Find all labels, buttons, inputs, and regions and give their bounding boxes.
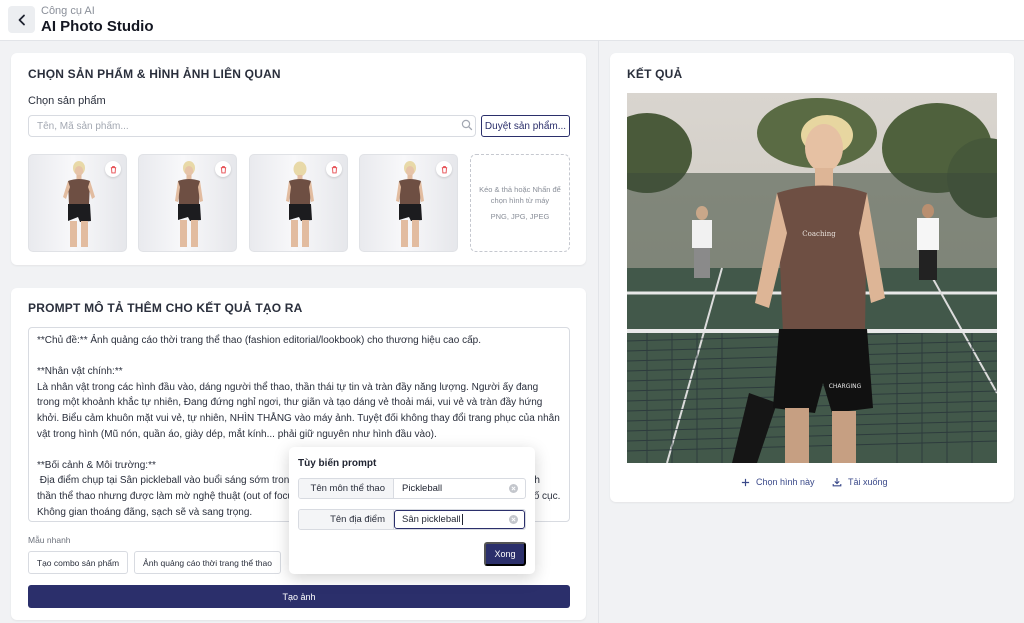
column-divider (598, 41, 599, 623)
model-image (396, 161, 424, 247)
generate-image-button[interactable]: Tạo ảnh (28, 585, 570, 608)
product-search-input[interactable] (28, 115, 476, 137)
result-image[interactable]: Coaching CHARGING (627, 93, 997, 463)
breadcrumb: Công cụ AI (41, 5, 95, 17)
dropzone-formats: PNG, JPG, JPEG (490, 212, 550, 222)
product-image-thumbnail[interactable] (359, 154, 458, 252)
place-name-label: Tên địa điểm (299, 510, 394, 529)
choose-image-label: Chọn hình này (756, 477, 815, 487)
text-caret (461, 514, 463, 525)
delete-image-button[interactable] (436, 161, 452, 177)
prompt-line: Là nhân vật trong các hình đầu vào, dáng… (37, 381, 563, 440)
select-product-label: Chọn sản phẩm (28, 95, 106, 107)
prompt-line: **Nhân vật chính:** (37, 366, 123, 378)
product-image-thumbnail[interactable] (28, 154, 127, 252)
place-name-row: Tên địa điểm Sân pickleball (298, 509, 526, 530)
trash-icon (331, 165, 337, 173)
clear-icon[interactable] (509, 515, 518, 524)
image-dropzone[interactable]: Kéo & thả hoặc Nhấn để chọn hình từ máy … (470, 154, 570, 252)
dropzone-text: Kéo & thả hoặc Nhấn để chọn hình từ máy (479, 184, 561, 205)
product-image-thumbnail[interactable] (138, 154, 237, 252)
result-photo: Coaching CHARGING (627, 93, 997, 463)
sport-name-value: Pickleball (402, 483, 443, 494)
trash-icon (220, 165, 226, 173)
choose-image-action[interactable]: Chọn hình này (741, 477, 815, 487)
model-image (175, 161, 203, 247)
trash-icon (441, 165, 447, 173)
sport-name-label: Tên môn thể thao (299, 479, 394, 498)
place-name-input[interactable]: Sân pickleball (394, 510, 525, 529)
prompt-line (37, 349, 561, 365)
template-chip-sport-fashion[interactable]: Ảnh quảng cáo thời trang thể thao (134, 551, 281, 574)
search-icon (461, 119, 473, 131)
delete-image-button[interactable] (105, 161, 121, 177)
model-image (63, 161, 95, 247)
sport-name-row: Tên môn thể thao Pickleball (298, 478, 526, 499)
shirt-print: Coaching (802, 230, 836, 238)
top-bar: Công cụ AI AI Photo Studio (0, 0, 1024, 41)
done-button[interactable]: Xong (484, 542, 526, 566)
svg-text:CHARGING: CHARGING (829, 383, 862, 390)
download-label: Tải xuống (848, 477, 888, 487)
clear-icon[interactable] (509, 484, 518, 493)
delete-image-button[interactable] (215, 161, 231, 177)
sport-name-input[interactable]: Pickleball (394, 479, 525, 498)
result-card-title: KẾT QUẢ (627, 67, 683, 81)
product-image-thumbnail[interactable] (249, 154, 348, 252)
place-name-value: Sân pickleball (402, 514, 461, 525)
download-icon (832, 478, 842, 487)
quick-templates-label: Mẫu nhanh (28, 535, 71, 545)
download-action[interactable]: Tải xuống (832, 477, 888, 487)
delete-image-button[interactable] (326, 161, 342, 177)
plus-icon (741, 478, 750, 486)
template-chip-combo[interactable]: Tạo combo sản phẩm (28, 551, 128, 574)
page-title: AI Photo Studio (41, 18, 154, 35)
chevron-left-icon (18, 14, 25, 25)
back-button[interactable] (8, 6, 35, 33)
browse-products-button[interactable]: Duyệt sản phẩm... (481, 115, 570, 137)
prompt-card-title: PROMPT MÔ TẢ THÊM CHO KẾT QUẢ TẠO RA (28, 301, 303, 315)
prompt-line: **Chủ đề:** Ảnh quảng cáo thời trang thể… (37, 335, 481, 346)
trash-icon (110, 165, 116, 173)
model-image (286, 161, 314, 247)
popover-title: Tùy biến prompt (298, 458, 377, 469)
products-card-title: CHỌN SẢN PHẨM & HÌNH ẢNH LIÊN QUAN (28, 67, 281, 81)
